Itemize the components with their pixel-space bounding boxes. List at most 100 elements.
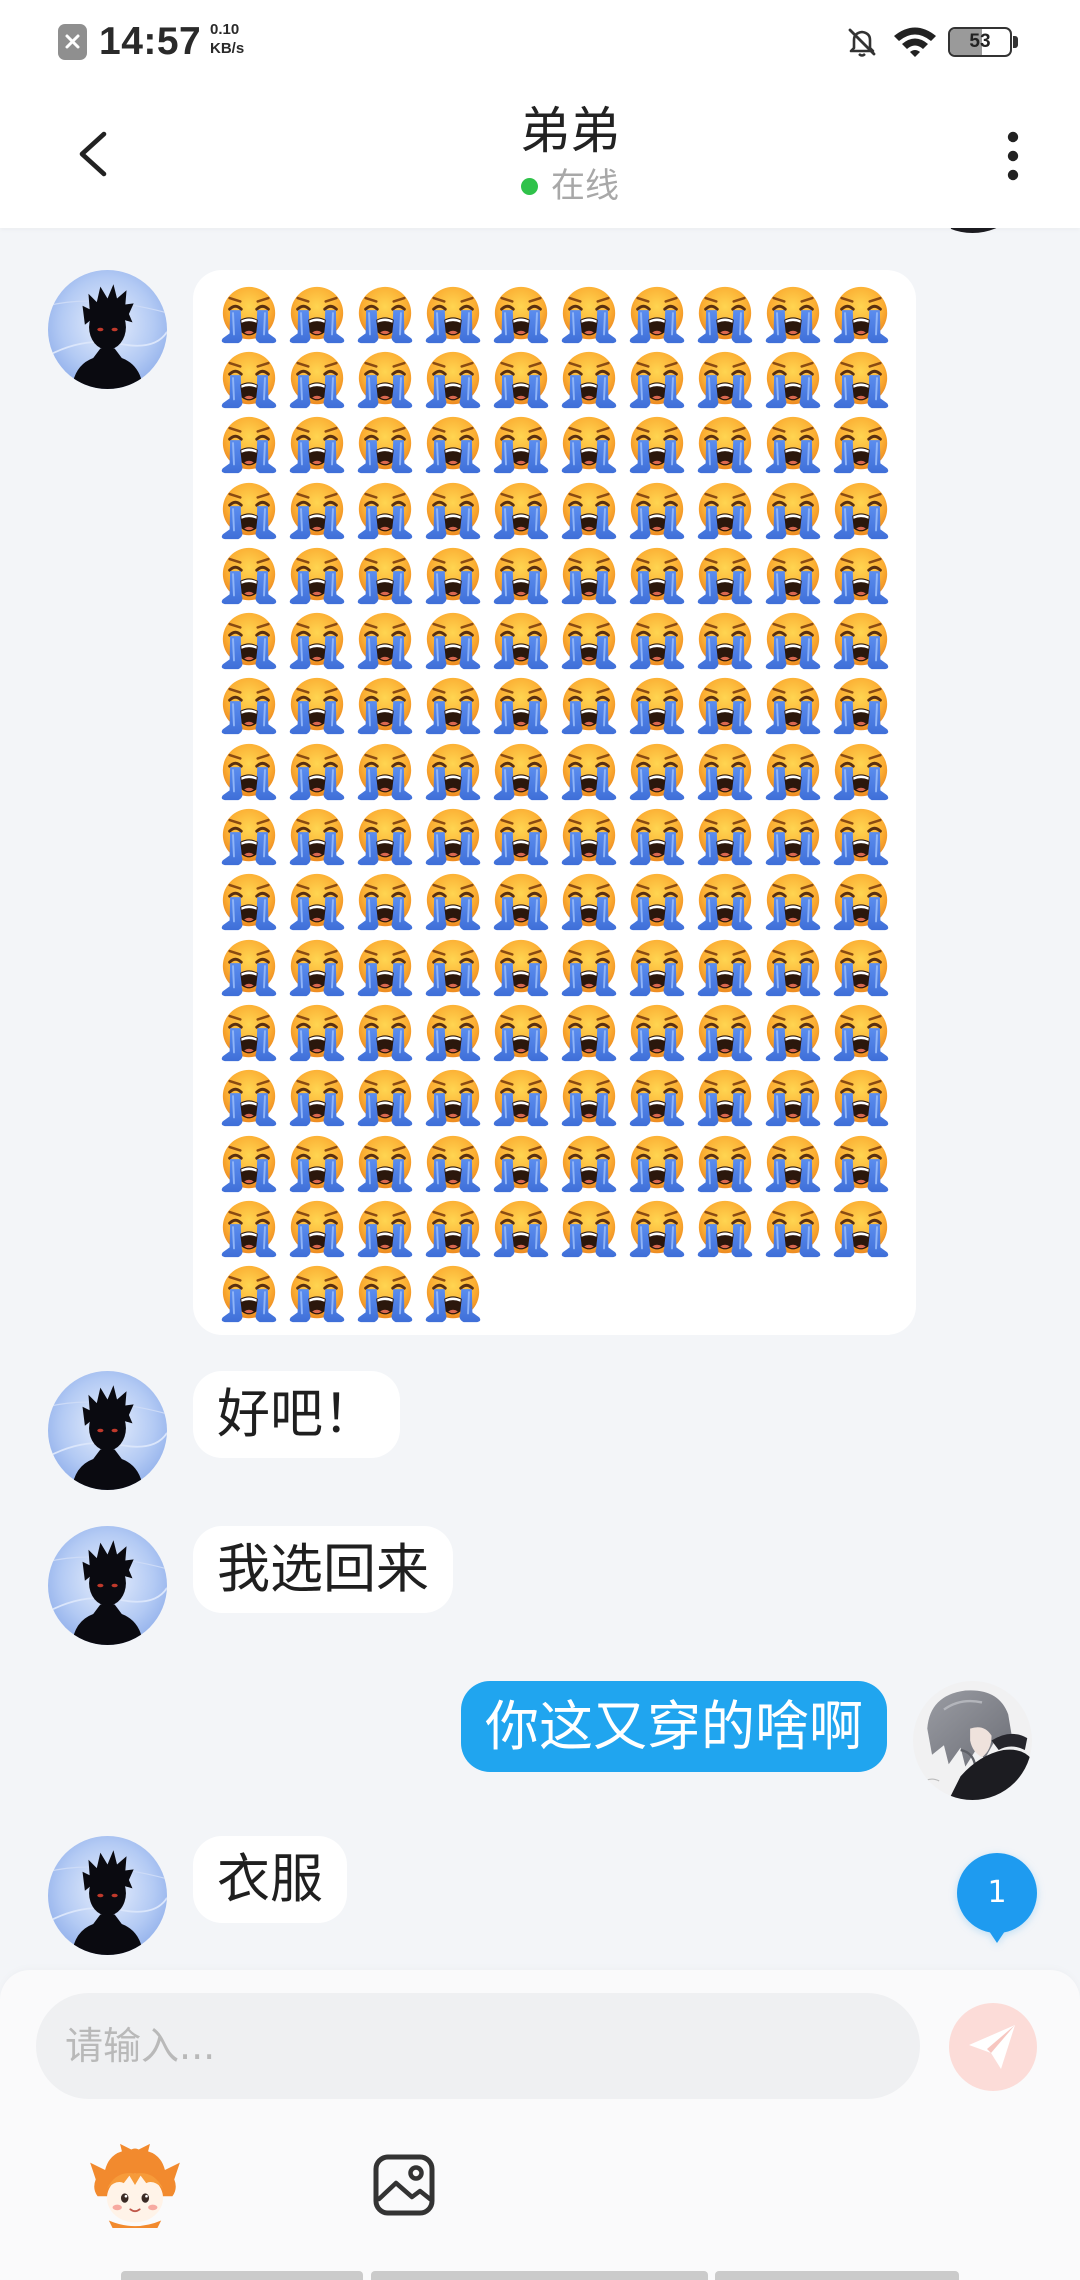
loudly-crying-face-emoji bbox=[827, 282, 895, 347]
loudly-crying-face-emoji bbox=[827, 804, 895, 869]
loudly-crying-face-emoji bbox=[487, 870, 555, 935]
loudly-crying-face-emoji bbox=[759, 935, 827, 1000]
loudly-crying-face-emoji bbox=[759, 608, 827, 673]
loudly-crying-face-emoji bbox=[691, 674, 759, 739]
loudly-crying-face-emoji bbox=[555, 1000, 623, 1065]
loudly-crying-face-emoji bbox=[351, 543, 419, 608]
loudly-crying-face-emoji bbox=[691, 1000, 759, 1065]
loudly-crying-face-emoji bbox=[623, 1131, 691, 1196]
loudly-crying-face-emoji bbox=[487, 739, 555, 804]
loudly-crying-face-emoji bbox=[351, 804, 419, 869]
contact-avatar[interactable] bbox=[48, 1836, 167, 1955]
loudly-crying-face-emoji bbox=[487, 1196, 555, 1261]
loudly-crying-face-emoji bbox=[555, 1131, 623, 1196]
loudly-crying-face-emoji bbox=[487, 935, 555, 1000]
loudly-crying-face-emoji bbox=[215, 1261, 283, 1326]
loudly-crying-face-emoji bbox=[351, 1131, 419, 1196]
loudly-crying-face-emoji bbox=[759, 543, 827, 608]
mascot-sticker-icon[interactable] bbox=[88, 2142, 182, 2228]
mute-bell-icon bbox=[848, 28, 876, 57]
loudly-crying-face-emoji bbox=[759, 870, 827, 935]
message-row: 我选回来 bbox=[0, 1525, 1080, 1645]
chat-scroll-area[interactable]: 好吧！ 我选回来 你这又穿的啥啊 衣服 bbox=[0, 228, 1080, 1988]
network-speed-value: 0.10 bbox=[210, 21, 240, 38]
loudly-crying-face-emoji bbox=[623, 935, 691, 1000]
unread-count-badge[interactable]: 1 bbox=[956, 1852, 1038, 1946]
loudly-crying-face-emoji bbox=[283, 1131, 351, 1196]
loudly-crying-face-emoji bbox=[555, 543, 623, 608]
loudly-crying-face-emoji bbox=[283, 870, 351, 935]
loudly-crying-face-emoji bbox=[759, 282, 827, 347]
loudly-crying-face-emoji bbox=[487, 1000, 555, 1065]
loudly-crying-face-emoji bbox=[283, 608, 351, 673]
loudly-crying-face-emoji bbox=[419, 1000, 487, 1065]
loudly-crying-face-emoji bbox=[759, 413, 827, 478]
loudly-crying-face-emoji bbox=[215, 543, 283, 608]
message-bubble[interactable]: 好吧！ bbox=[193, 1370, 400, 1458]
battery-tip bbox=[1013, 36, 1018, 48]
loudly-crying-face-emoji bbox=[283, 935, 351, 1000]
unread-count: 1 bbox=[987, 1875, 1007, 1910]
loudly-crying-face-emoji bbox=[351, 674, 419, 739]
loudly-crying-face-emoji bbox=[691, 1066, 759, 1131]
loudly-crying-face-emoji bbox=[487, 478, 555, 543]
message-input[interactable] bbox=[36, 1993, 920, 2099]
loudly-crying-face-emoji bbox=[691, 804, 759, 869]
loudly-crying-face-emoji bbox=[487, 282, 555, 347]
contact-avatar[interactable] bbox=[48, 1371, 167, 1490]
emoji-message-bubble[interactable] bbox=[193, 270, 916, 1335]
loudly-crying-face-emoji bbox=[827, 739, 895, 804]
loudly-crying-face-emoji bbox=[487, 608, 555, 673]
bottom-panel-strip bbox=[715, 2271, 959, 2280]
sent-message-bubble[interactable]: 你这又穿的啥啊 bbox=[461, 1680, 887, 1772]
loudly-crying-face-emoji bbox=[215, 1066, 283, 1131]
message-row: 好吧！ bbox=[0, 1370, 1080, 1490]
loudly-crying-face-emoji bbox=[419, 1066, 487, 1131]
image-icon[interactable] bbox=[372, 2153, 436, 2217]
loudly-crying-face-emoji bbox=[759, 674, 827, 739]
loudly-crying-face-emoji bbox=[759, 1000, 827, 1065]
loudly-crying-face-emoji bbox=[283, 739, 351, 804]
loudly-crying-face-emoji bbox=[283, 674, 351, 739]
battery-icon: 53 bbox=[948, 27, 1020, 57]
message-bubble[interactable]: 我选回来 bbox=[193, 1525, 453, 1613]
loudly-crying-face-emoji bbox=[215, 739, 283, 804]
loudly-crying-face-emoji bbox=[419, 674, 487, 739]
loudly-crying-face-emoji bbox=[623, 1000, 691, 1065]
loudly-crying-face-emoji bbox=[283, 1196, 351, 1261]
loudly-crying-face-emoji bbox=[487, 674, 555, 739]
loudly-crying-face-emoji bbox=[827, 1131, 895, 1196]
message-bubble[interactable]: 衣服 bbox=[193, 1835, 347, 1923]
contact-avatar[interactable] bbox=[48, 1526, 167, 1645]
loudly-crying-face-emoji bbox=[487, 347, 555, 412]
back-chevron-icon[interactable] bbox=[74, 130, 110, 178]
loudly-crying-face-emoji bbox=[623, 478, 691, 543]
loudly-crying-face-emoji bbox=[691, 608, 759, 673]
loudly-crying-face-emoji bbox=[419, 739, 487, 804]
loudly-crying-face-emoji bbox=[759, 804, 827, 869]
loudly-crying-face-emoji bbox=[419, 608, 487, 673]
loudly-crying-face-emoji bbox=[623, 1066, 691, 1131]
loudly-crying-face-emoji bbox=[215, 674, 283, 739]
loudly-crying-face-emoji bbox=[487, 1066, 555, 1131]
loudly-crying-face-emoji bbox=[283, 347, 351, 412]
more-vertical-icon[interactable] bbox=[1000, 124, 1026, 188]
loudly-crying-face-emoji bbox=[691, 478, 759, 543]
loudly-crying-face-emoji bbox=[555, 1066, 623, 1131]
loudly-crying-face-emoji bbox=[215, 870, 283, 935]
loudly-crying-face-emoji bbox=[827, 543, 895, 608]
loudly-crying-face-emoji bbox=[555, 804, 623, 869]
loudly-crying-face-emoji bbox=[827, 1066, 895, 1131]
conversation-title-block: 弟弟 在线 bbox=[420, 101, 720, 208]
loudly-crying-face-emoji bbox=[555, 347, 623, 412]
loudly-crying-face-emoji bbox=[759, 478, 827, 543]
loudly-crying-face-emoji bbox=[555, 608, 623, 673]
presence-status: 在线 bbox=[420, 164, 720, 208]
bottom-panel-strip bbox=[121, 2271, 363, 2280]
loudly-crying-face-emoji bbox=[351, 1000, 419, 1065]
loudly-crying-face-emoji bbox=[555, 413, 623, 478]
my-avatar[interactable] bbox=[913, 1681, 1032, 1800]
contact-avatar[interactable] bbox=[48, 270, 167, 389]
paper-plane-icon[interactable] bbox=[949, 2003, 1037, 2091]
loudly-crying-face-emoji bbox=[623, 282, 691, 347]
